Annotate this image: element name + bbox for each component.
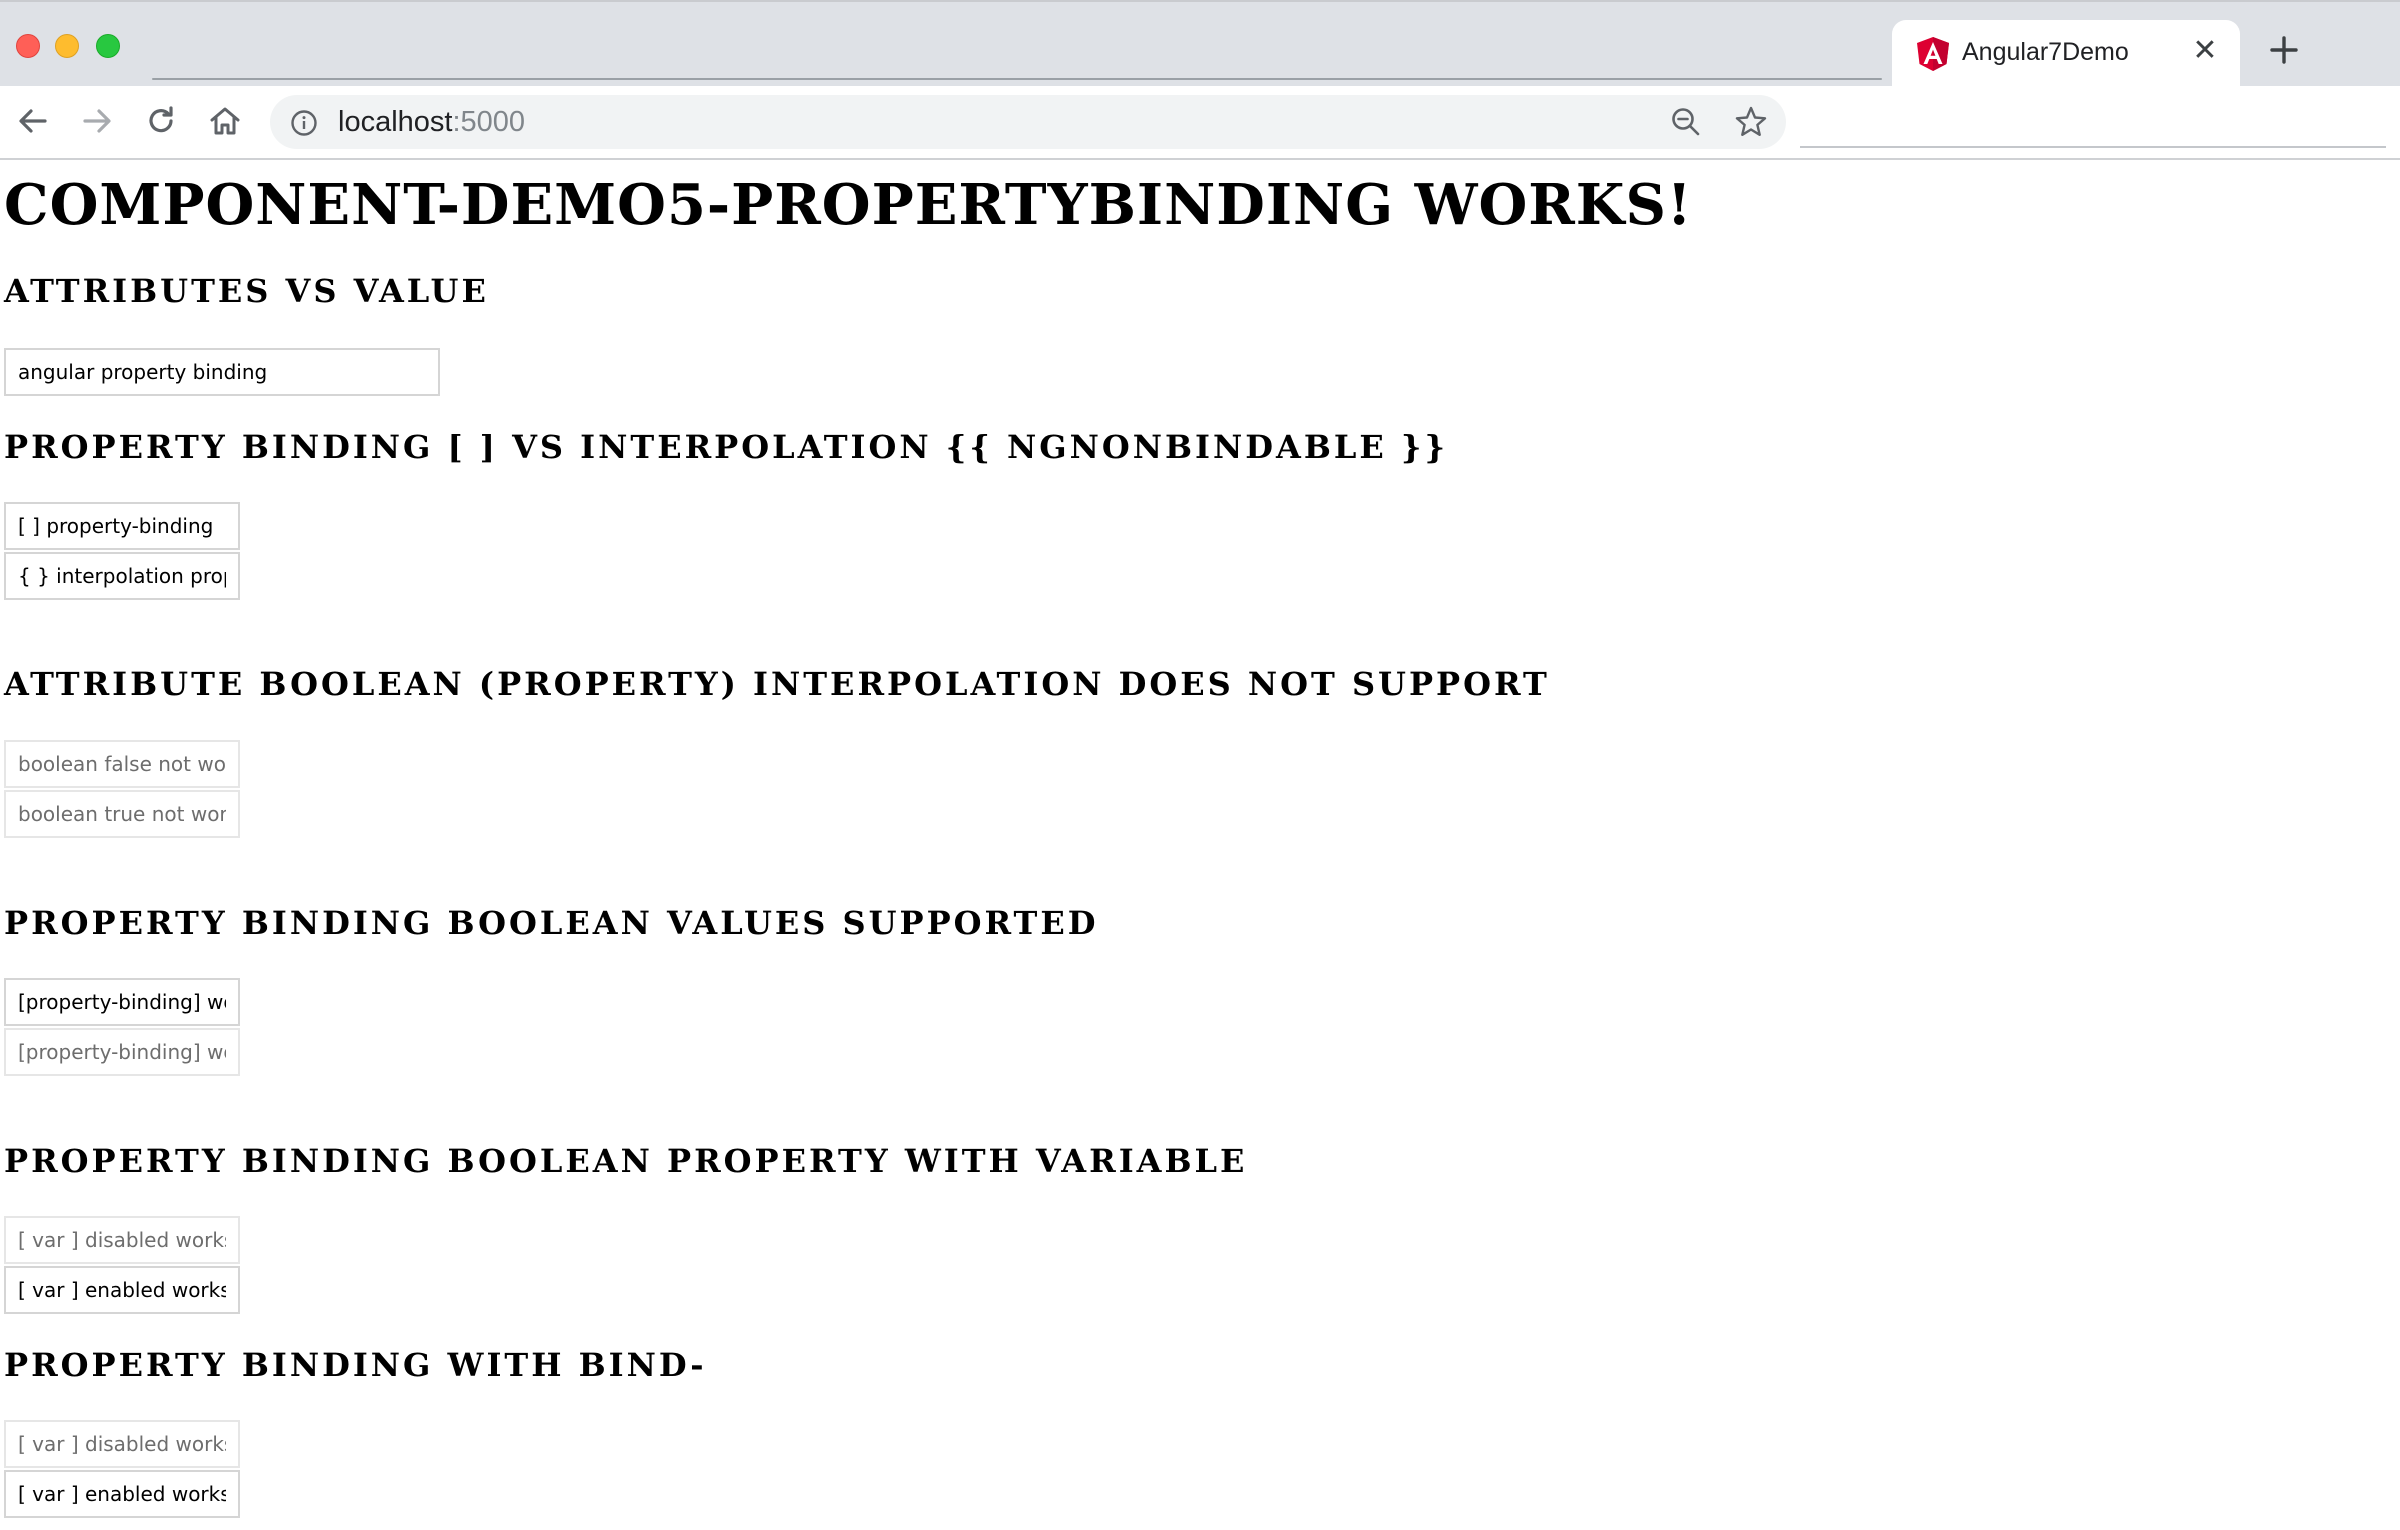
text-input-bind-var-enabled[interactable] xyxy=(4,1470,240,1518)
zoom-out-icon[interactable] xyxy=(1670,106,1702,138)
text-input-property-binding-enabled[interactable] xyxy=(4,978,240,1026)
page-title: component-demo5-propertybinding works! xyxy=(4,172,1693,238)
tab-strip-divider xyxy=(152,78,1882,80)
page-content: component-demo5-propertybinding works! A… xyxy=(0,162,2400,1530)
extensions-area-divider xyxy=(1800,146,2386,148)
section-heading-attribute-boolean: Attribute boolean (property) interpolati… xyxy=(4,665,1550,703)
bookmark-star-icon[interactable] xyxy=(1734,105,1768,139)
close-window-button[interactable] xyxy=(16,34,40,58)
section-heading-property-binding-boolean-values: Property binding boolean values supporte… xyxy=(4,904,1099,942)
text-input-boolean-false xyxy=(4,740,240,788)
site-info-icon[interactable] xyxy=(290,109,318,137)
url-port: :5000 xyxy=(452,106,526,138)
tab-title: Angular7Demo xyxy=(1962,38,2129,66)
text-input-interpolation[interactable] xyxy=(4,552,240,600)
forward-arrow-icon[interactable] xyxy=(78,102,116,140)
text-input-boolean-true xyxy=(4,790,240,838)
browser-tab[interactable]: Angular7Demo ✕ xyxy=(1892,20,2240,88)
text-input-var-disabled xyxy=(4,1216,240,1264)
new-tab-icon[interactable] xyxy=(2264,30,2304,70)
address-bar[interactable]: localhost:5000 xyxy=(270,95,1786,149)
home-icon[interactable] xyxy=(206,102,244,140)
browser-toolbar: localhost:5000 xyxy=(0,86,2400,160)
minimize-window-button[interactable] xyxy=(55,34,79,58)
text-input-var-enabled[interactable] xyxy=(4,1266,240,1314)
section-heading-boolean-property-with-variable: Property binding boolean property with v… xyxy=(4,1142,1248,1180)
section-heading-attributes-vs-value: Attributes vs Value xyxy=(4,272,489,310)
url-text[interactable]: localhost:5000 xyxy=(338,106,525,139)
maximize-window-button[interactable] xyxy=(96,34,120,58)
close-tab-icon[interactable]: ✕ xyxy=(2188,34,2222,68)
angular-logo-icon xyxy=(1917,37,1949,71)
back-arrow-icon[interactable] xyxy=(14,102,52,140)
text-input-property-binding[interactable] xyxy=(4,502,240,550)
section-heading-property-binding-vs-interpolation: Property binding [ ] vs interpolation {{… xyxy=(4,428,1449,466)
url-host: localhost xyxy=(338,106,453,138)
text-input-bind-var-disabled xyxy=(4,1420,240,1468)
text-input-property-binding-disabled xyxy=(4,1028,240,1076)
reload-icon[interactable] xyxy=(142,102,180,140)
browser-tab-bar: Angular7Demo ✕ xyxy=(0,0,2400,88)
text-input-angular-property-binding[interactable] xyxy=(4,348,440,396)
section-heading-property-binding-with-bind: Property binding with bind- xyxy=(4,1346,707,1384)
